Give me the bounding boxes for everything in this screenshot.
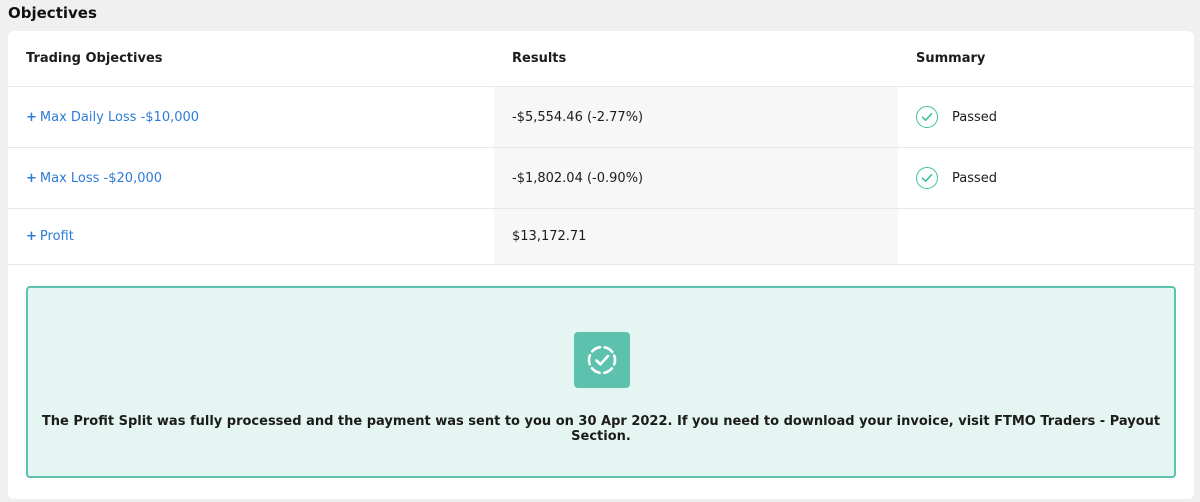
objective-cell[interactable]: + Max Daily Loss -$10,000 [8, 86, 494, 148]
profit-split-notice: The Profit Split was fully processed and… [26, 286, 1176, 478]
objective-link-profit[interactable]: Profit [40, 229, 74, 244]
expand-plus-icon[interactable]: + [26, 171, 37, 186]
status-passed: Passed [952, 170, 998, 186]
column-header-results: Results [494, 31, 898, 87]
badge-check-icon [574, 332, 630, 388]
result-cell: $13,172.71 [494, 208, 898, 265]
summary-cell: Passed [898, 147, 1194, 209]
objective-link-max-daily-loss[interactable]: Max Daily Loss -$10,000 [40, 110, 199, 125]
table-row: + Max Daily Loss -$10,000 -$5,554.46 (-2.… [8, 86, 1194, 148]
objective-cell[interactable]: + Max Loss -$20,000 [8, 147, 494, 209]
check-circle-icon [916, 106, 938, 128]
expand-plus-icon[interactable]: + [26, 110, 37, 125]
check-circle-icon [916, 167, 938, 189]
summary-cell [898, 208, 1194, 265]
objective-link-max-loss[interactable]: Max Loss -$20,000 [40, 171, 162, 186]
objectives-card: Trading Objectives Results Summary + Max … [8, 31, 1194, 499]
status-passed: Passed [952, 109, 998, 125]
section-title: Objectives [8, 4, 97, 22]
table-row: + Profit $13,172.71 [8, 208, 1194, 265]
table-header-row: Trading Objectives Results Summary [8, 31, 1194, 87]
result-cell: -$1,802.04 (-0.90%) [494, 147, 898, 209]
notice-message: The Profit Split was fully processed and… [41, 414, 1161, 444]
table-row: + Max Loss -$20,000 -$1,802.04 (-0.90%) P… [8, 147, 1194, 209]
summary-cell: Passed [898, 86, 1194, 148]
expand-plus-icon[interactable]: + [26, 229, 37, 244]
objectives-table: Trading Objectives Results Summary + Max … [8, 31, 1194, 265]
column-header-trading-objectives: Trading Objectives [8, 31, 494, 87]
objective-cell[interactable]: + Profit [8, 208, 494, 265]
result-cell: -$5,554.46 (-2.77%) [494, 86, 898, 148]
column-header-summary: Summary [898, 31, 1194, 87]
